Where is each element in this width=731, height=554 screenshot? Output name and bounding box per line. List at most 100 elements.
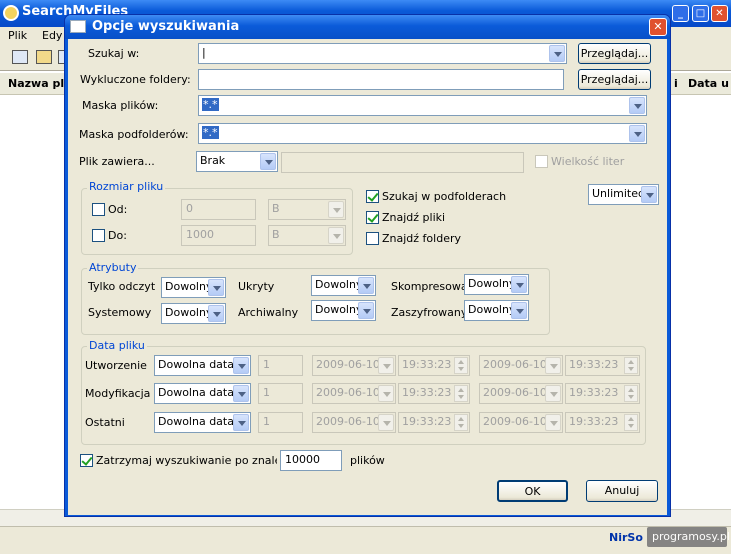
accessed-from-time[interactable]: 19:33:23: [398, 412, 470, 433]
calendar-dropdown-icon[interactable]: [545, 414, 561, 431]
minimize-button[interactable]: _: [672, 5, 689, 22]
size-to-checkbox[interactable]: [92, 229, 105, 242]
accessed-to-date-value: 2009-06-10: [483, 415, 547, 428]
browse-excluded-button[interactable]: Przeglądaj...: [578, 69, 651, 90]
modified-mode-combo[interactable]: Dowolna data: [154, 383, 251, 404]
calendar-dropdown-icon[interactable]: [545, 357, 561, 374]
system-combo[interactable]: Dowolny: [161, 303, 226, 324]
folder-icon[interactable]: [36, 50, 52, 64]
compressed-combo[interactable]: Dowolny: [464, 274, 529, 295]
spinner-icon[interactable]: [454, 385, 468, 402]
created-count-input[interactable]: 1: [258, 355, 303, 376]
chevron-down-icon[interactable]: [511, 276, 527, 293]
chevron-down-icon[interactable]: [629, 97, 645, 114]
accessed-count-input[interactable]: 1: [258, 412, 303, 433]
modified-count-input[interactable]: 1: [258, 383, 303, 404]
accessed-to-date[interactable]: 2009-06-10: [479, 412, 563, 433]
subfolder-mask-value: *.*: [202, 126, 219, 139]
chevron-down-icon[interactable]: [328, 201, 344, 218]
accessed-from-date[interactable]: 2009-06-10: [312, 412, 396, 433]
size-from-checkbox[interactable]: [92, 203, 105, 216]
column-date[interactable]: Data u: [688, 77, 729, 90]
spinner-icon[interactable]: [454, 357, 468, 374]
menu-edit[interactable]: Edy: [42, 29, 62, 42]
accessed-from-date-value: 2009-06-10: [316, 415, 380, 428]
search-in-label: Szukaj w:: [88, 47, 140, 60]
file-mask-combo[interactable]: *.*: [198, 95, 647, 116]
maximize-button[interactable]: □: [692, 5, 709, 22]
calendar-dropdown-icon[interactable]: [378, 414, 394, 431]
modified-to-date[interactable]: 2009-06-10: [479, 383, 563, 404]
spinner-icon[interactable]: [624, 414, 638, 431]
chevron-down-icon[interactable]: [208, 279, 224, 296]
calendar-dropdown-icon[interactable]: [545, 385, 561, 402]
column-partial[interactable]: i: [674, 77, 678, 90]
created-to-time-value: 19:33:23: [569, 358, 619, 371]
archive-combo[interactable]: Dowolny: [311, 300, 376, 321]
encrypted-combo[interactable]: Dowolny: [464, 300, 529, 321]
chevron-down-icon[interactable]: [641, 186, 657, 203]
nirsoft-link[interactable]: NirSo: [609, 531, 643, 544]
created-to-date-value: 2009-06-10: [483, 358, 547, 371]
subfolder-depth-value: Unlimited: [592, 187, 645, 200]
hidden-combo[interactable]: Dowolny: [311, 275, 376, 296]
stop-after-input[interactable]: 10000: [280, 450, 342, 471]
close-main-button[interactable]: ✕: [711, 5, 728, 22]
search-subfolders-checkbox[interactable]: [366, 190, 379, 203]
created-to-time[interactable]: 19:33:23: [565, 355, 640, 376]
size-to-input[interactable]: 1000: [181, 225, 256, 246]
subfolder-depth-combo[interactable]: Unlimited: [588, 184, 659, 205]
chevron-down-icon[interactable]: [511, 302, 527, 319]
size-from-input[interactable]: 0: [181, 199, 256, 220]
size-from-unit-combo[interactable]: B: [268, 199, 346, 220]
size-to-unit-combo[interactable]: B: [268, 225, 346, 246]
modified-from-time[interactable]: 19:33:23: [398, 383, 470, 404]
dialog-close-button[interactable]: ✕: [649, 18, 667, 36]
case-sensitive-checkbox[interactable]: [535, 155, 548, 168]
find-files-checkbox[interactable]: [366, 211, 379, 224]
subfolder-mask-combo[interactable]: *.*: [198, 123, 647, 144]
browse-search-in-button[interactable]: Przeglądaj...: [578, 43, 651, 64]
cancel-button[interactable]: Anuluj: [586, 480, 658, 502]
archive-label: Archiwalny: [238, 306, 299, 319]
stop-after-checkbox[interactable]: [80, 454, 93, 467]
excluded-folders-input[interactable]: [198, 69, 564, 90]
chevron-down-icon[interactable]: [260, 153, 276, 170]
chevron-down-icon[interactable]: [208, 305, 224, 322]
options-icon[interactable]: [12, 50, 28, 64]
file-contains-text-input[interactable]: [281, 152, 524, 173]
created-from-time[interactable]: 19:33:23: [398, 355, 470, 376]
readonly-combo[interactable]: Dowolny: [161, 277, 226, 298]
calendar-dropdown-icon[interactable]: [378, 385, 394, 402]
modified-from-date[interactable]: 2009-06-10: [312, 383, 396, 404]
calendar-dropdown-icon[interactable]: [378, 357, 394, 374]
created-from-date[interactable]: 2009-06-10: [312, 355, 396, 376]
attributes-group-title: Atrybuty: [87, 261, 139, 274]
spinner-icon[interactable]: [624, 357, 638, 374]
spinner-icon[interactable]: [454, 414, 468, 431]
chevron-down-icon[interactable]: [233, 385, 249, 402]
menu-file[interactable]: Plik: [8, 29, 27, 42]
file-contains-mode-combo[interactable]: Brak: [196, 151, 278, 172]
chevron-down-icon[interactable]: [358, 302, 374, 319]
chevron-down-icon[interactable]: [233, 414, 249, 431]
chevron-down-icon[interactable]: [233, 357, 249, 374]
search-in-combo[interactable]: |: [198, 43, 567, 64]
ok-button[interactable]: OK: [497, 480, 568, 502]
dialog-title-bar[interactable]: Opcje wyszukiwania ✕: [65, 15, 670, 39]
chevron-down-icon[interactable]: [358, 277, 374, 294]
chevron-down-icon[interactable]: [328, 227, 344, 244]
stop-after-suffix: plików: [350, 454, 385, 467]
spinner-icon[interactable]: [624, 385, 638, 402]
find-folders-checkbox[interactable]: [366, 232, 379, 245]
accessed-mode-combo[interactable]: Dowolna data: [154, 412, 251, 433]
modified-to-time[interactable]: 19:33:23: [565, 383, 640, 404]
subfolder-mask-label: Maska podfolderów:: [79, 128, 189, 141]
search-options-dialog: Opcje wyszukiwania ✕ Szukaj w: | Przeglą…: [64, 14, 671, 517]
chevron-down-icon[interactable]: [629, 125, 645, 142]
created-mode-combo[interactable]: Dowolna data: [154, 355, 251, 376]
chevron-down-icon[interactable]: [549, 45, 565, 62]
accessed-to-time[interactable]: 19:33:23: [565, 412, 640, 433]
created-to-date[interactable]: 2009-06-10: [479, 355, 563, 376]
hidden-label: Ukryty: [238, 280, 275, 293]
